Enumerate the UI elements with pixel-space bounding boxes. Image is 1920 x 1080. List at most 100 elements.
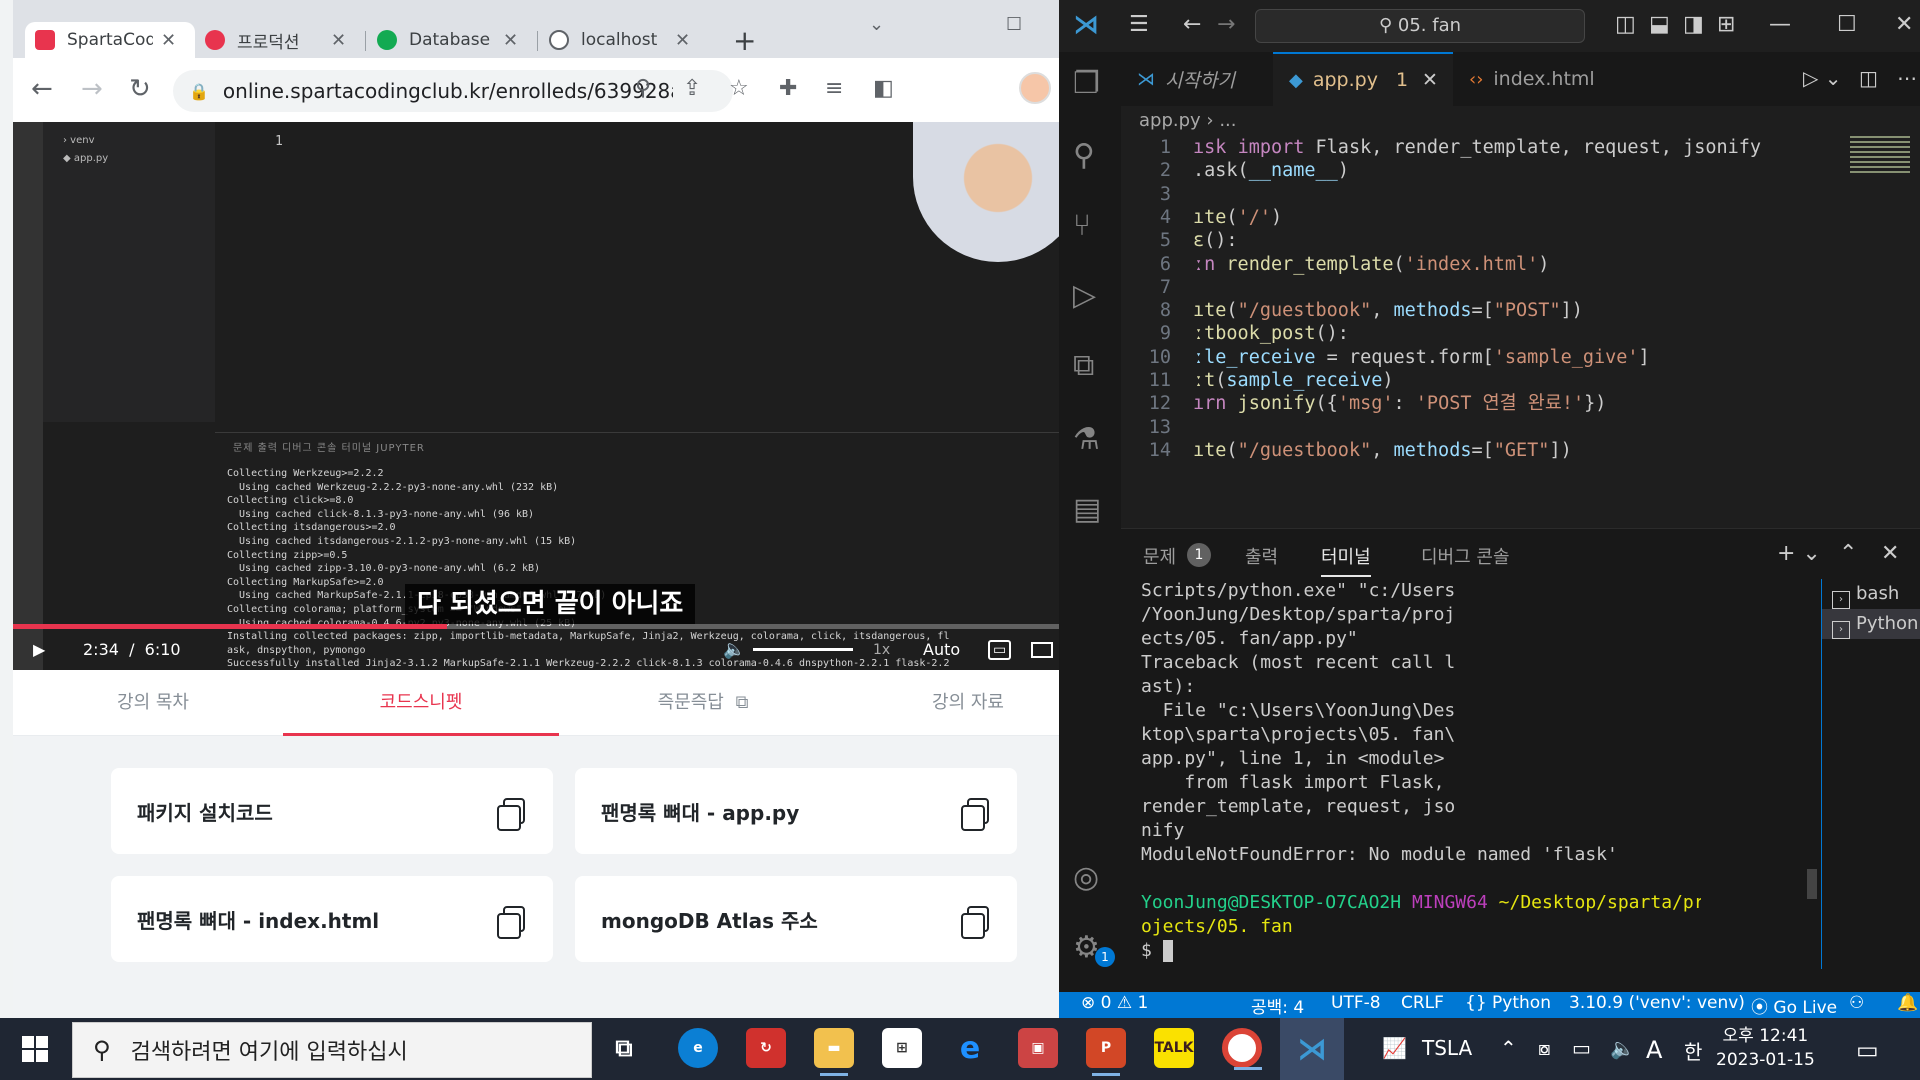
chrome-tab-localhost[interactable]: localhost ✕ <box>539 22 719 58</box>
search-icon[interactable]: ⚲ <box>1073 138 1095 173</box>
customize-layout-icon[interactable]: ⊞ <box>1717 12 1735 37</box>
back-button[interactable]: ← <box>31 74 53 104</box>
testing-flask-icon[interactable]: ⚗ <box>1073 422 1100 457</box>
new-terminal-icon[interactable]: + ⌄ <box>1777 541 1821 566</box>
snippet-card-app-py[interactable]: 팬명록 뼈대 - app.py <box>575 768 1017 854</box>
chrome-icon[interactable] <box>1222 1028 1262 1070</box>
snippet-card-mongodb[interactable]: mongoDB Atlas 주소 <box>575 876 1017 962</box>
tab-welcome[interactable]: ⋊ 시작하기 <box>1121 52 1251 106</box>
tab-index-html[interactable]: ‹› index.html <box>1453 52 1611 106</box>
copy-icon[interactable] <box>497 906 525 939</box>
reload-button[interactable]: ↻ <box>129 74 151 104</box>
forward-button[interactable]: → <box>81 74 103 104</box>
tab-code-snippets[interactable]: 코드스니펫 <box>283 670 559 736</box>
breadcrumb[interactable]: app.py › ... <box>1139 110 1237 131</box>
terminal-bash[interactable]: › bash <box>1822 579 1920 609</box>
tab-app-py[interactable]: ◆ app.py 1 ✕ <box>1273 52 1453 106</box>
chrome-tab-production[interactable]: 프로덕션 ✕ <box>195 22 365 58</box>
code-editor[interactable]: 1 ısk import Flask, render_template, requ… <box>1121 134 1920 524</box>
source-control-icon[interactable]: ⑂ <box>1073 208 1091 243</box>
ime-korean[interactable]: 한 <box>1684 1036 1702 1065</box>
battery-icon[interactable]: ▭ <box>1572 1036 1591 1060</box>
side-panel-icon[interactable]: ◧ <box>873 76 894 101</box>
app-icon[interactable]: ▣ <box>1018 1028 1058 1068</box>
minimap[interactable] <box>1850 136 1910 176</box>
snippet-card-package-install[interactable]: 패키지 설치코드 <box>111 768 553 854</box>
video-player[interactable]: › venv ◆ app.py 1 문제 출력 디버그 콘솔 터미널 JUPYT… <box>13 122 1059 670</box>
stock-chart-icon[interactable]: 📈 <box>1382 1036 1407 1060</box>
more-actions-icon[interactable]: ⋯ <box>1897 66 1917 90</box>
internet-explorer-icon[interactable]: e <box>950 1028 990 1068</box>
toggle-panel-icon[interactable]: ⬓ <box>1649 12 1670 37</box>
panel-tab-problems[interactable]: 문제 <box>1143 543 1176 569</box>
terminal-input-line[interactable]: $ <box>1141 939 1701 963</box>
tab-search-icon[interactable]: ⌄ <box>869 14 884 35</box>
taskbar-clock[interactable]: 오후 12:41 2023-01-15 <box>1716 1024 1815 1072</box>
explorer-icon[interactable]: ❐ <box>1073 66 1100 101</box>
notifications-bell-icon[interactable]: 🔔 <box>1897 993 1918 1013</box>
zoom-icon[interactable]: ⚲ <box>635 76 651 101</box>
status-language[interactable]: {} Python <box>1465 993 1551 1013</box>
close-panel-icon[interactable]: ✕ <box>1881 541 1899 566</box>
chrome-tab-database[interactable]: Database ✕ <box>367 22 537 58</box>
extensions-puzzle-icon[interactable]: ✚ <box>779 76 797 101</box>
close-window-icon[interactable]: ✕ <box>1895 12 1913 37</box>
copy-icon[interactable] <box>961 798 989 831</box>
copy-icon[interactable] <box>497 798 525 831</box>
panel-tab-output[interactable]: 출력 <box>1245 543 1278 569</box>
share-icon[interactable]: ⇪ <box>683 76 701 101</box>
tab-lecture-materials[interactable]: 강의 자료 <box>893 670 1043 736</box>
windows-start-icon[interactable] <box>22 1036 48 1062</box>
copy-icon[interactable] <box>961 906 989 939</box>
sync-app-icon[interactable]: ↻ <box>746 1028 786 1068</box>
status-eol[interactable]: CRLF <box>1401 993 1444 1013</box>
toggle-secondary-sidebar-icon[interactable]: ◨ <box>1683 12 1704 37</box>
terminal-python[interactable]: › Python <box>1822 609 1920 639</box>
tab-table-of-contents[interactable]: 강의 목차 <box>53 670 253 736</box>
notification-center-icon[interactable]: ▭ <box>1856 1036 1879 1064</box>
close-tab-icon[interactable]: ✕ <box>503 30 518 51</box>
vscode-taskbar-icon[interactable]: ⋊ <box>1280 1018 1344 1080</box>
code-line[interactable]: 14 ıte("/guestbook", methods=["GET"]) <box>1121 437 1920 465</box>
taskbar-search-box[interactable]: ⚲ 검색하려면 여기에 입력하십시 <box>72 1022 592 1078</box>
task-view-icon[interactable]: ⧉ <box>604 1028 644 1068</box>
media-control-icon[interactable]: ≡ <box>825 76 843 101</box>
maximize-panel-icon[interactable]: ⌃ <box>1839 541 1857 566</box>
terminal-output[interactable]: Scripts/python.exe" "c:/Users/YoonJung/D… <box>1141 579 1701 989</box>
close-tab-icon[interactable]: ✕ <box>1422 69 1438 91</box>
picture-in-picture-icon[interactable] <box>1031 641 1053 658</box>
maximize-icon[interactable]: ☐ <box>1837 12 1857 37</box>
tab-qna[interactable]: 즉문즉답 ⧉ <box>603 670 803 736</box>
split-editor-icon[interactable]: ◫ <box>1859 66 1878 90</box>
command-center-search[interactable]: ⚲ 05. fan <box>1255 9 1585 43</box>
account-icon[interactable]: ◎ <box>1073 860 1099 895</box>
accounts-icon[interactable]: ⚇ <box>1849 993 1864 1013</box>
tray-expand-icon[interactable]: ⌃ <box>1500 1036 1517 1060</box>
play-icon[interactable]: ▶ <box>33 640 45 659</box>
kakaotalk-icon[interactable]: TALK <box>1154 1028 1194 1068</box>
file-explorer-icon[interactable]: ▬ <box>814 1028 854 1076</box>
new-tab-button[interactable]: + <box>733 24 756 57</box>
status-encoding[interactable]: UTF-8 <box>1331 993 1381 1013</box>
maximize-icon[interactable]: ☐ <box>1006 14 1022 35</box>
nav-back-icon[interactable]: ← <box>1183 12 1201 37</box>
quality-button[interactable]: Auto <box>923 640 960 659</box>
status-problems[interactable]: ⊗ 0 ⚠ 1 <box>1081 993 1148 1013</box>
panel-tab-terminal[interactable]: 터미널 <box>1321 543 1371 577</box>
powerpoint-icon[interactable]: P <box>1086 1028 1126 1076</box>
ime-mode[interactable]: A <box>1646 1036 1662 1064</box>
subtitles-icon[interactable]: ▭ <box>988 639 1012 660</box>
status-indentation[interactable]: 공백: 4 <box>1251 993 1304 1018</box>
close-tab-icon[interactable]: ✕ <box>675 30 690 51</box>
run-python-icon[interactable]: ▷ ⌄ <box>1803 66 1842 90</box>
volume-icon[interactable]: 🔈 <box>723 639 745 660</box>
snippet-card-index-html[interactable]: 팬명록 뼈대 - index.html <box>111 876 553 962</box>
close-tab-icon[interactable]: ✕ <box>161 30 176 51</box>
volume-slider[interactable] <box>753 648 853 651</box>
camera-icon[interactable]: ⧇ <box>1538 1036 1551 1060</box>
remote-explorer-icon[interactable]: ▤ <box>1073 492 1101 527</box>
menu-icon[interactable]: ☰ <box>1129 12 1149 37</box>
profile-avatar[interactable] <box>1019 72 1051 104</box>
stock-ticker[interactable]: TSLA <box>1422 1036 1472 1060</box>
toggle-sidebar-icon[interactable]: ◫ <box>1615 12 1636 37</box>
